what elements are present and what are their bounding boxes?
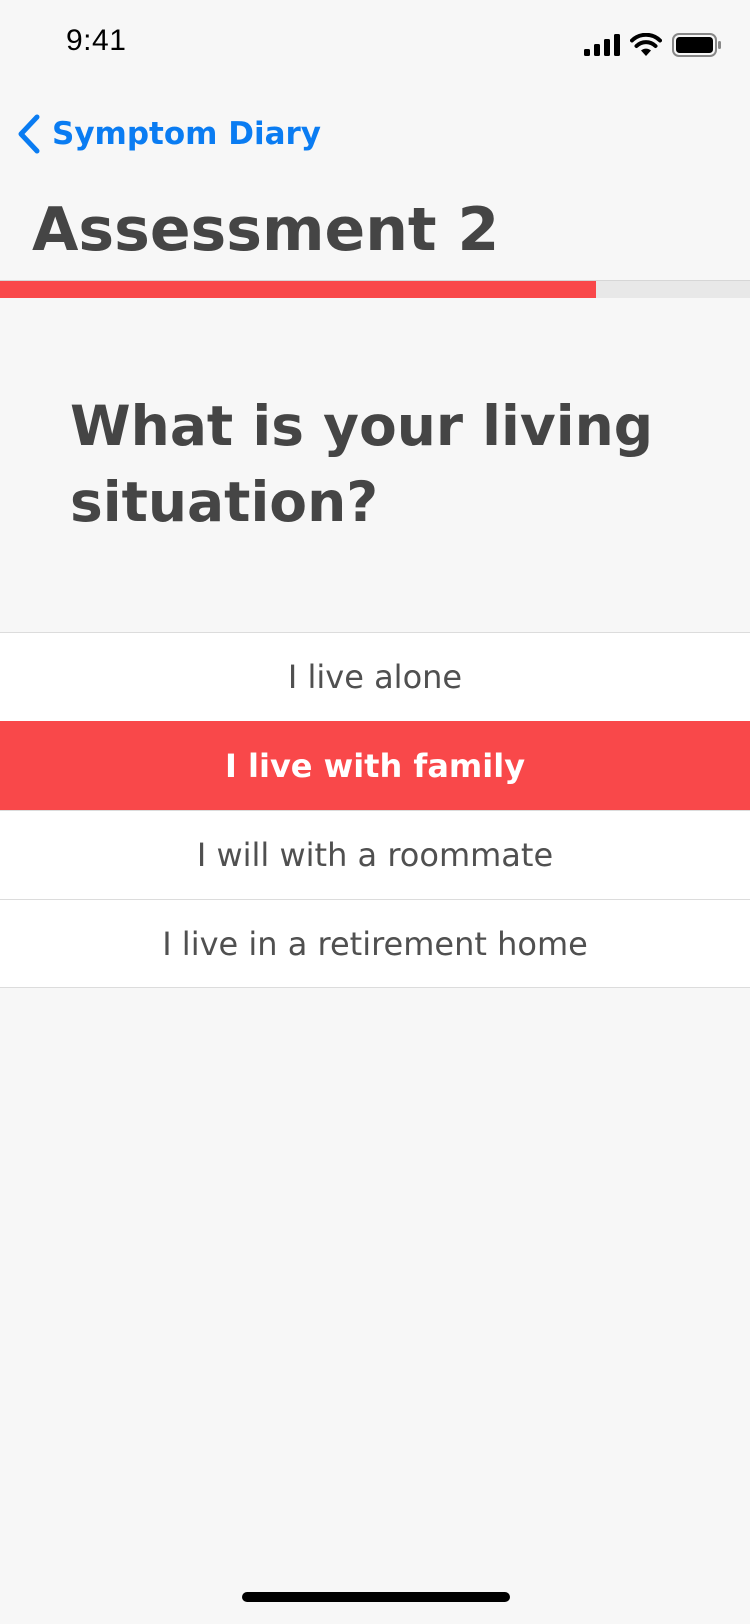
progress-bar bbox=[0, 280, 750, 298]
battery-icon bbox=[672, 33, 721, 57]
cellular-signal-icon bbox=[584, 34, 620, 56]
answer-options-list: I live alone I live with family I will w… bbox=[0, 632, 750, 988]
home-indicator bbox=[242, 1592, 510, 1602]
page-title: Assessment 2 bbox=[32, 195, 500, 265]
status-time: 9:41 bbox=[66, 24, 127, 57]
option-live-alone[interactable]: I live alone bbox=[0, 632, 750, 721]
progress-bar-fill bbox=[0, 281, 597, 298]
chevron-left-icon bbox=[18, 114, 40, 154]
option-retirement-home[interactable]: I live in a retirement home bbox=[0, 899, 750, 988]
back-button-label: Symptom Diary bbox=[52, 116, 322, 152]
option-roommate[interactable]: I will with a roommate bbox=[0, 810, 750, 899]
back-button[interactable]: Symptom Diary bbox=[16, 108, 321, 160]
status-icons bbox=[584, 30, 722, 60]
status-bar: 9:41 bbox=[0, 0, 750, 88]
question-text: What is your living situation? bbox=[70, 394, 654, 534]
wifi-icon bbox=[630, 33, 662, 56]
option-live-with-family[interactable]: I live with family bbox=[0, 721, 750, 810]
